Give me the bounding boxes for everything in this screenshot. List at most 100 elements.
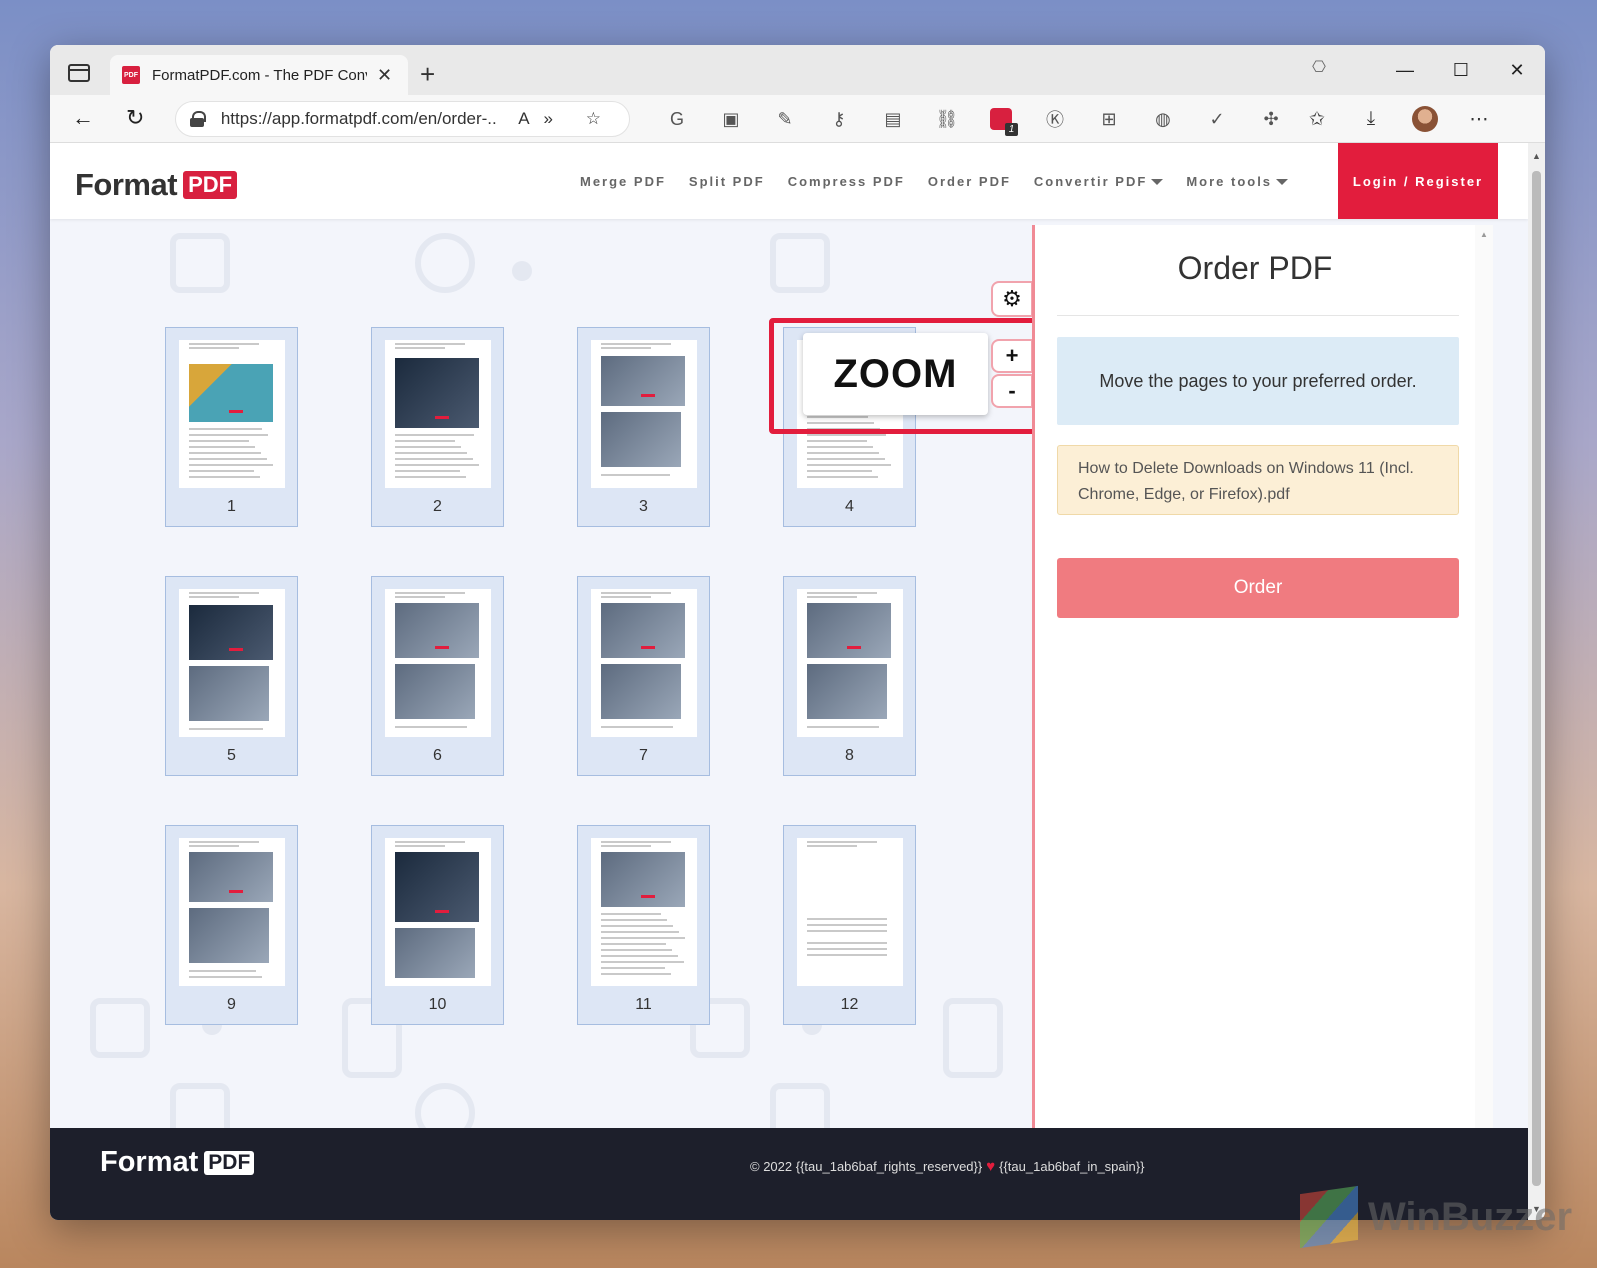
settings-gear-button[interactable]: ⚙ (991, 281, 1033, 317)
page-number: 6 (433, 747, 442, 764)
page-thumbnail-1[interactable]: 1 (165, 327, 298, 527)
k-extension-icon[interactable]: Ⓚ (1028, 104, 1082, 134)
caret-down-icon (1276, 179, 1289, 186)
text-line (807, 924, 887, 926)
nav-merge-pdf[interactable]: Merge PDF (580, 174, 666, 189)
scrollbar-thumb[interactable] (1532, 171, 1541, 1186)
red-extension-icon[interactable] (974, 104, 1028, 136)
pen-extension-icon[interactable]: ✎ (758, 104, 812, 134)
extensions-bar: G ▣ ✎ ⚷ ▤ ⛓ Ⓚ ⊞ ◍ ✓ ✣ (650, 104, 1298, 136)
order-button[interactable]: Order (1057, 558, 1459, 618)
tab-actions-icon[interactable] (68, 64, 90, 82)
page-preview (385, 589, 491, 737)
filename-box: How to Delete Downloads on Windows 11 (I… (1057, 445, 1459, 515)
page-number: 4 (845, 498, 854, 515)
text-line (601, 596, 651, 598)
add-favorite-icon[interactable]: ☆ (586, 109, 615, 128)
media-extension-icon[interactable]: ▣ (704, 104, 758, 134)
favorites-icon[interactable]: ✩ (1290, 104, 1344, 134)
text-line (395, 440, 455, 442)
copilot-icon[interactable]: ⎔ (1312, 57, 1326, 77)
footer-logo-word: Format (100, 1146, 199, 1178)
page-thumbnail-3[interactable]: 3 (577, 327, 710, 527)
login-register-button[interactable]: Login / Register (1338, 143, 1498, 219)
text-line (807, 942, 887, 944)
tab-close-icon[interactable]: ✕ (377, 65, 392, 86)
page-thumbnail-2[interactable]: 2 (371, 327, 504, 527)
spellcheck-extension-icon[interactable]: ✓ (1190, 104, 1244, 134)
text-line (395, 470, 460, 472)
bg-layers-icon (170, 233, 230, 293)
page-thumbnail-11[interactable]: 11 (577, 825, 710, 1025)
page-thumbnail-8[interactable]: 8 (783, 576, 916, 776)
window-extension-icon[interactable]: ▤ (866, 104, 920, 134)
panel-title: Order PDF (1177, 250, 1333, 286)
winbuzzer-watermark: WinBuzzer (1300, 1185, 1572, 1249)
maximize-icon[interactable]: ☐ (1433, 45, 1489, 95)
page-thumbnail-6[interactable]: 6 (371, 576, 504, 776)
page-scrollbar[interactable]: ▲ ▼ (1528, 143, 1545, 1220)
text-line (601, 925, 673, 927)
text-line (601, 961, 684, 963)
text-line (807, 930, 887, 932)
read-aloud-icon[interactable]: A» (518, 109, 567, 128)
bg-cursor-icon (90, 998, 150, 1058)
scroll-up-icon[interactable]: ▲ (1480, 230, 1488, 239)
address-bar[interactable]: https://app.formatpdf.com/en/order-... A… (175, 101, 630, 137)
screenshot-image (807, 603, 891, 658)
nav-order-pdf[interactable]: Order PDF (928, 174, 1011, 189)
screenshot-image (601, 356, 685, 406)
address-actions: A» ☆ (518, 109, 615, 129)
browser-tab[interactable]: PDF FormatPDF.com - The PDF Conve ✕ (110, 55, 408, 95)
blue-extension-icon[interactable]: ⊞ (1082, 104, 1136, 134)
profile-avatar[interactable] (1398, 104, 1452, 134)
formatpdf-logo[interactable]: Format PDF (75, 167, 238, 203)
caret-down-icon (1151, 179, 1164, 186)
red-arrow-mark (229, 410, 243, 413)
screenshot-image (807, 664, 887, 719)
downloads-icon[interactable]: ⤓ (1344, 104, 1398, 134)
page-thumbnail-10[interactable]: 10 (371, 825, 504, 1025)
translate-extension-icon[interactable]: G (650, 104, 704, 134)
scroll-up-icon[interactable]: ▲ (1532, 151, 1541, 161)
back-icon[interactable]: ← (72, 105, 94, 131)
nav-split-pdf[interactable]: Split PDF (689, 174, 765, 189)
close-window-icon[interactable]: ✕ (1489, 45, 1545, 95)
text-line (395, 845, 445, 847)
new-tab-icon[interactable]: + (420, 59, 435, 90)
browser-toolbar: ← ↻ https://app.formatpdf.com/en/order-.… (50, 95, 1545, 143)
text-line (395, 726, 467, 728)
refresh-icon[interactable]: ↻ (126, 105, 144, 131)
text-line (807, 948, 887, 950)
footer-logo-pdf-badge: PDF (204, 1150, 255, 1175)
panel-scrollbar[interactable]: ▲ (1475, 225, 1493, 1135)
text-line (807, 470, 872, 472)
red-arrow-mark (641, 646, 655, 649)
nav-more-tools-dropdown[interactable]: More tools (1186, 174, 1289, 189)
text-line (601, 955, 678, 957)
nav-convert-pdf-dropdown[interactable]: Convertir PDF (1034, 174, 1164, 189)
text-line (189, 434, 268, 436)
text-line (601, 592, 671, 594)
footer-logo[interactable]: Format PDF (100, 1146, 255, 1179)
page-preview (179, 589, 285, 737)
key-extension-icon[interactable]: ⚷ (812, 104, 866, 134)
page-thumbnail-9[interactable]: 9 (165, 825, 298, 1025)
copyright-left: © 2022 {{tau_1ab6baf_rights_reserved}} (750, 1159, 983, 1174)
page-thumbnail-7[interactable]: 7 (577, 576, 710, 776)
red-arrow-mark (847, 646, 861, 649)
minimize-icon[interactable]: — (1377, 45, 1433, 95)
link-extension-icon[interactable]: ⛓ (920, 104, 974, 134)
more-menu-icon[interactable]: ⋯ (1452, 104, 1506, 134)
order-panel: Order PDF Move the pages to your preferr… (1035, 225, 1475, 1135)
page-thumbnail-12[interactable]: 12 (783, 825, 916, 1025)
nav-compress-pdf[interactable]: Compress PDF (788, 174, 905, 189)
red-arrow-mark (435, 910, 449, 913)
globe-extension-icon[interactable]: ◍ (1136, 104, 1190, 134)
page-thumbnail-5[interactable]: 5 (165, 576, 298, 776)
main-nav: Merge PDF Split PDF Compress PDF Order P… (580, 143, 1311, 219)
lock-icon[interactable] (190, 111, 206, 127)
page-preview (179, 340, 285, 488)
screenshot-image (189, 908, 269, 963)
text-line (395, 476, 466, 478)
